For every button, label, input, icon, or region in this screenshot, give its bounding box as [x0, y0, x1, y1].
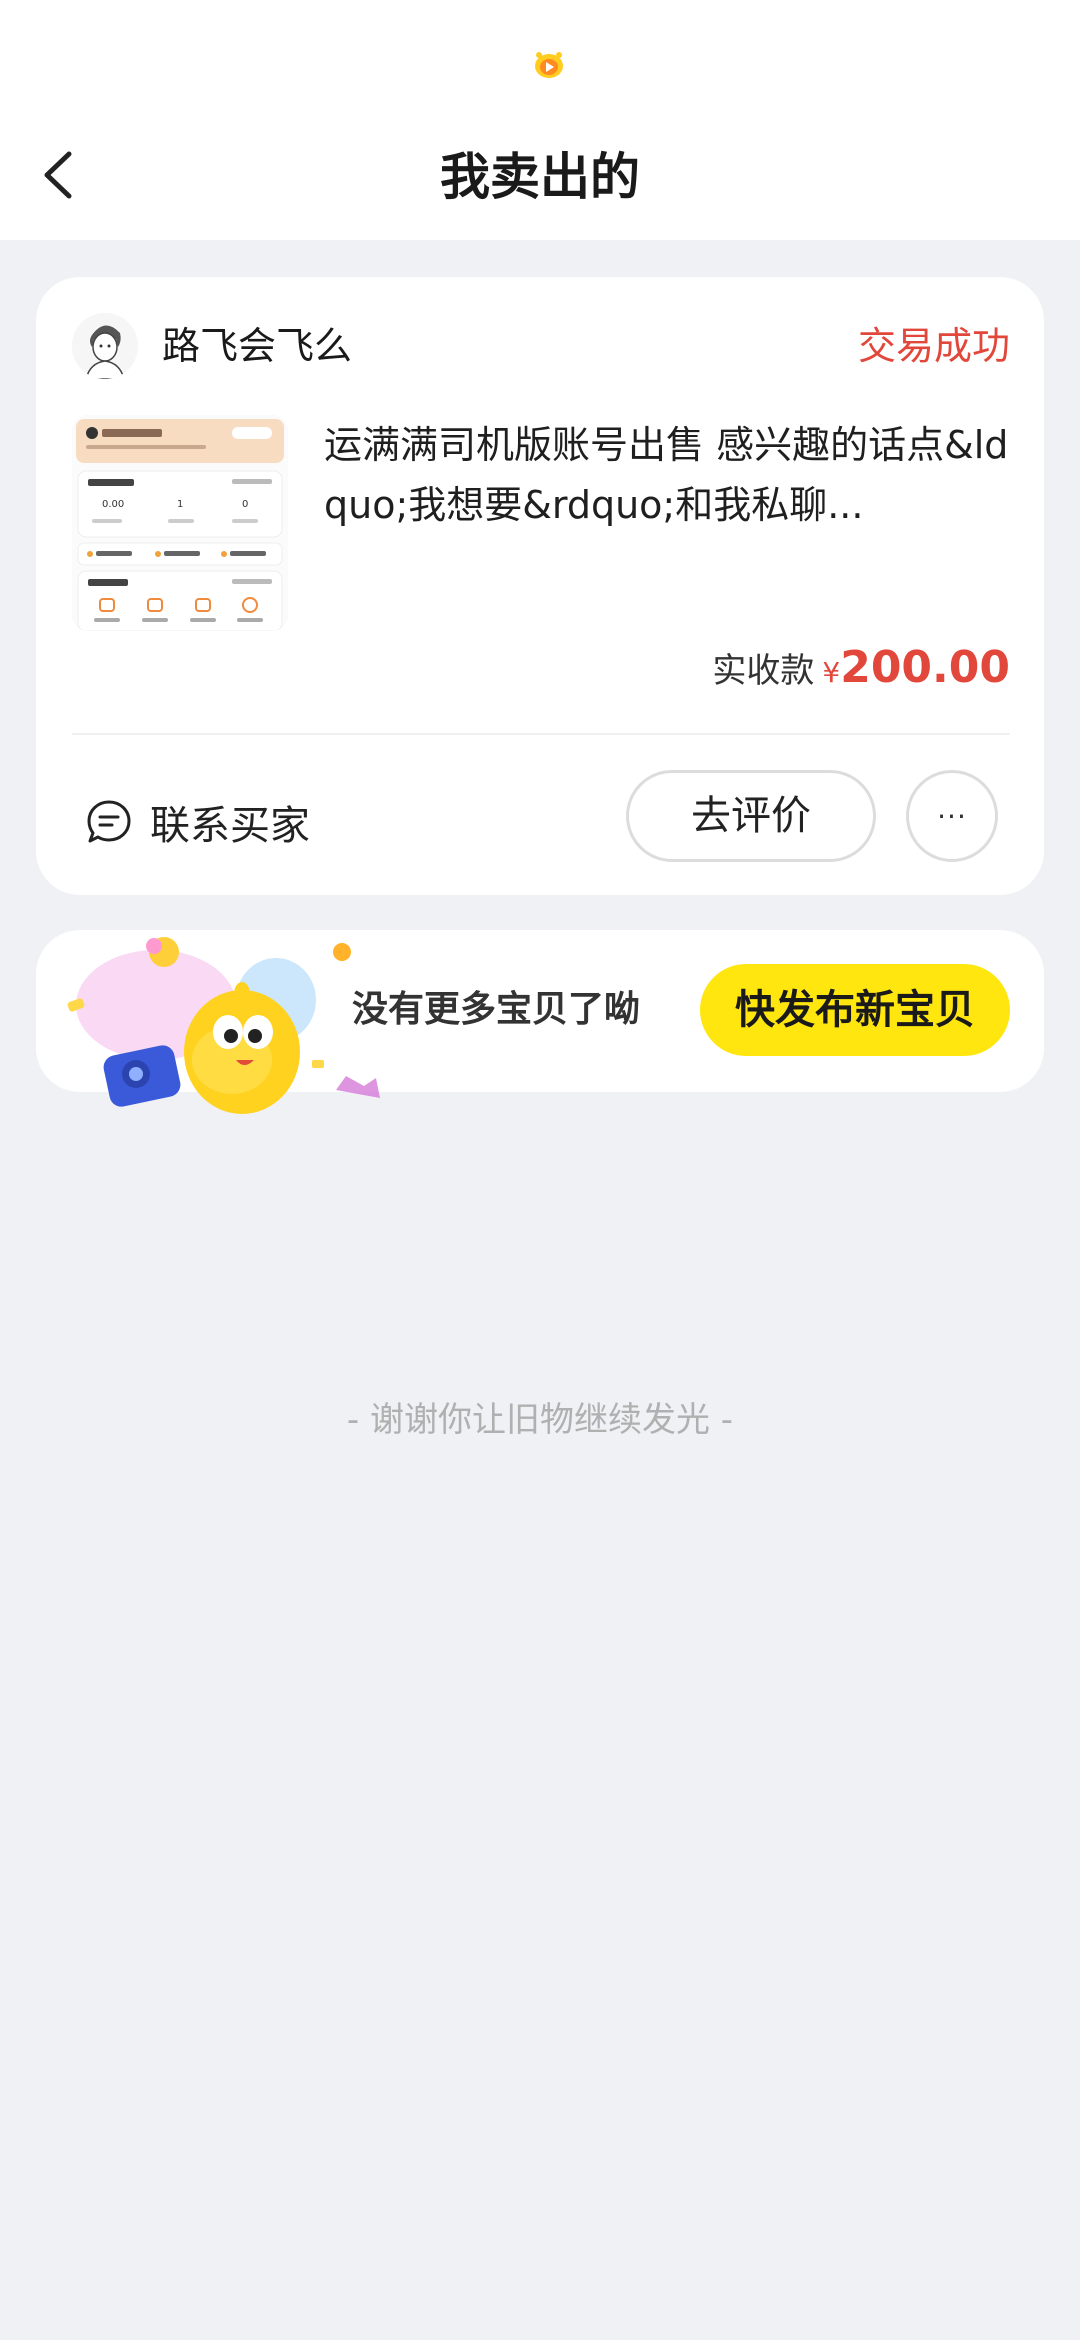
price-value: 200.00: [840, 642, 1010, 693]
top-bar: 我卖出的: [0, 0, 1080, 240]
more-button[interactable]: ···: [906, 770, 998, 862]
contact-buyer-button[interactable]: 联系买家: [86, 787, 310, 857]
review-button[interactable]: 去评价: [626, 770, 876, 862]
seller-name[interactable]: 路飞会飞么: [162, 321, 352, 371]
order-card[interactable]: 路飞会飞么 交易成功 0.00 1 0 运满满司机版账号出售 感兴趣的话点&ld…: [36, 277, 1044, 895]
promo-banner: 没有更多宝贝了呦 快发布新宝贝: [36, 930, 1044, 1114]
chat-bubble-icon: [87, 800, 131, 843]
page-title: 我卖出的: [440, 148, 640, 206]
order-status: 交易成功: [857, 324, 1010, 368]
thumb-stat-2: 1: [177, 499, 183, 510]
item-title[interactable]: 运满满司机版账号出售 感兴趣的话点&ldquo;我想要&rdquo;和我私聊..…: [324, 415, 1014, 535]
more-dots-icon: ···: [937, 799, 967, 833]
thumb-stat-1: 0.00: [102, 499, 124, 510]
app-logo-icon: [535, 52, 563, 78]
no-more-items-text: 没有更多宝贝了呦: [352, 989, 641, 1030]
footer-note: - 谢谢你让旧物继续发光 -: [346, 1400, 734, 1440]
avatar[interactable]: [72, 313, 138, 379]
price-row: 实收款 ¥ 200.00: [712, 642, 1010, 702]
avatar-sketch-icon: [72, 313, 138, 379]
divider: [72, 733, 1010, 735]
item-thumbnail[interactable]: 0.00 1 0: [72, 415, 288, 631]
item-screenshot-image: 0.00 1 0: [72, 415, 288, 631]
thumb-stat-3: 0: [242, 499, 248, 510]
price-label: 实收款: [712, 651, 815, 691]
contact-buyer-label: 联系买家: [150, 803, 310, 849]
price-currency: ¥: [822, 656, 841, 689]
publish-new-item-button[interactable]: 快发布新宝贝: [700, 964, 1010, 1056]
